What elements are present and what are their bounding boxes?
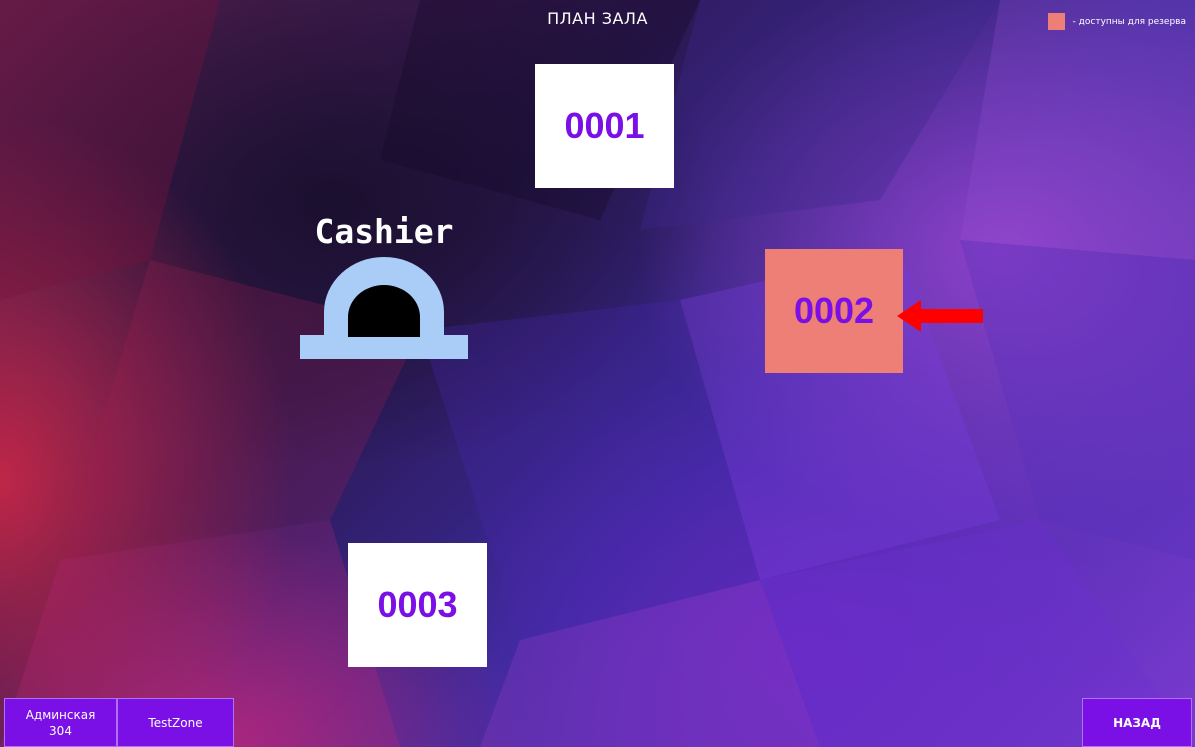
user-name: Админская xyxy=(25,707,96,722)
page-title: ПЛАН ЗАЛА xyxy=(547,9,648,28)
zone-label: TestZone xyxy=(148,715,203,730)
cashier-label: Cashier xyxy=(314,212,454,251)
legend: - доступны для резерва xyxy=(1047,13,1186,30)
table-0001[interactable]: 0001 xyxy=(535,64,674,188)
user-button[interactable]: Админская 304 xyxy=(4,698,117,747)
legend-label: - доступны для резерва xyxy=(1072,16,1186,27)
user-number: 304 xyxy=(49,723,72,738)
table-number: 0003 xyxy=(377,584,458,625)
cashier-station: Cashier xyxy=(298,212,470,364)
zone-button[interactable]: TestZone xyxy=(117,698,234,747)
back-button[interactable]: НАЗАД xyxy=(1082,698,1192,747)
cashier-desk-icon xyxy=(300,257,468,359)
back-label: НАЗАД xyxy=(1113,715,1161,730)
floor-plan-screen: ПЛАН ЗАЛА - доступны для резерва 0001 00… xyxy=(0,0,1195,747)
table-number: 0001 xyxy=(564,105,645,146)
table-0002[interactable]: 0002 xyxy=(765,249,903,373)
table-number: 0002 xyxy=(793,290,875,331)
legend-swatch xyxy=(1047,13,1065,30)
red-arrow-icon xyxy=(897,300,983,332)
table-0003[interactable]: 0003 xyxy=(348,543,487,667)
